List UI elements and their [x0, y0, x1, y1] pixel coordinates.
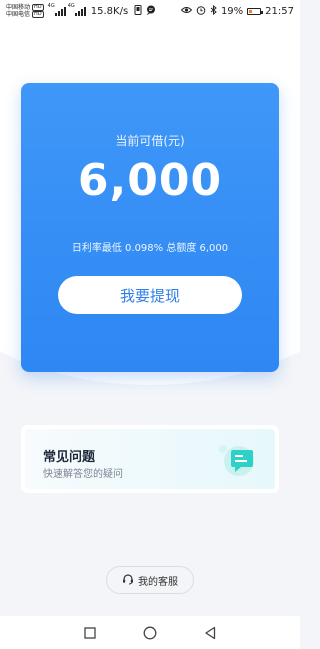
network-gen-2: 4G [67, 3, 75, 9]
available-amount: 6,000 [77, 155, 223, 206]
withdraw-button[interactable]: 我要提现 [58, 276, 242, 314]
headset-icon [122, 573, 134, 588]
faq-subtitle: 快速解答您的疑问 [43, 469, 123, 480]
hd-badge-1: HD [32, 4, 44, 11]
app-screen: 中国移动 HD 中国电信 HD 4G 4G 15.8K/s 19% 21:57 … [0, 0, 300, 649]
carrier-info: 中国移动 HD 中国电信 HD [6, 4, 44, 18]
customer-service-button[interactable]: 我的客服 [106, 566, 194, 594]
message-icon [146, 5, 156, 18]
bluetooth-icon [210, 4, 217, 18]
notification-icon [134, 4, 142, 18]
available-label: 当前可借(元) [115, 134, 185, 148]
rate-and-limit: 日利率最低 0.098% 总额度 6,000 [71, 243, 229, 254]
signal-icon [54, 6, 66, 16]
battery-percent: 19% [220, 5, 244, 17]
hd-badge-2: HD [32, 11, 44, 18]
eye-icon [180, 6, 193, 17]
alarm-icon [196, 5, 206, 18]
chat-bubble-icon [217, 441, 257, 479]
circle-home-icon[interactable] [138, 621, 162, 645]
faq-title: 常见问题 [43, 450, 96, 465]
signal-icon-2 [74, 6, 86, 16]
triangle-back-icon[interactable] [198, 621, 222, 645]
faq-card-inner: 常见问题 快速解答您的疑问 [25, 429, 275, 489]
network-speed: 15.8K/s [90, 5, 129, 17]
loan-card: 当前可借(元) 6,000 日利率最低 0.098% 总额度 6,000 我要提… [21, 83, 279, 372]
clock-time: 21:57 [265, 5, 294, 17]
faq-card[interactable]: 常见问题 快速解答您的疑问 [21, 425, 279, 493]
battery-icon [247, 7, 264, 15]
status-right: 19% 21:57 [180, 4, 294, 18]
customer-service-label: 我的客服 [138, 576, 178, 588]
square-recent-icon[interactable] [78, 621, 102, 645]
status-bar: 中国移动 HD 中国电信 HD 4G 4G 15.8K/s 19% 21:57 [0, 0, 300, 22]
carrier-1: 中国移动 [6, 4, 31, 11]
system-nav-bar [0, 616, 300, 649]
carrier-2: 中国电信 [6, 11, 31, 18]
network-gen-1: 4G [47, 3, 55, 9]
